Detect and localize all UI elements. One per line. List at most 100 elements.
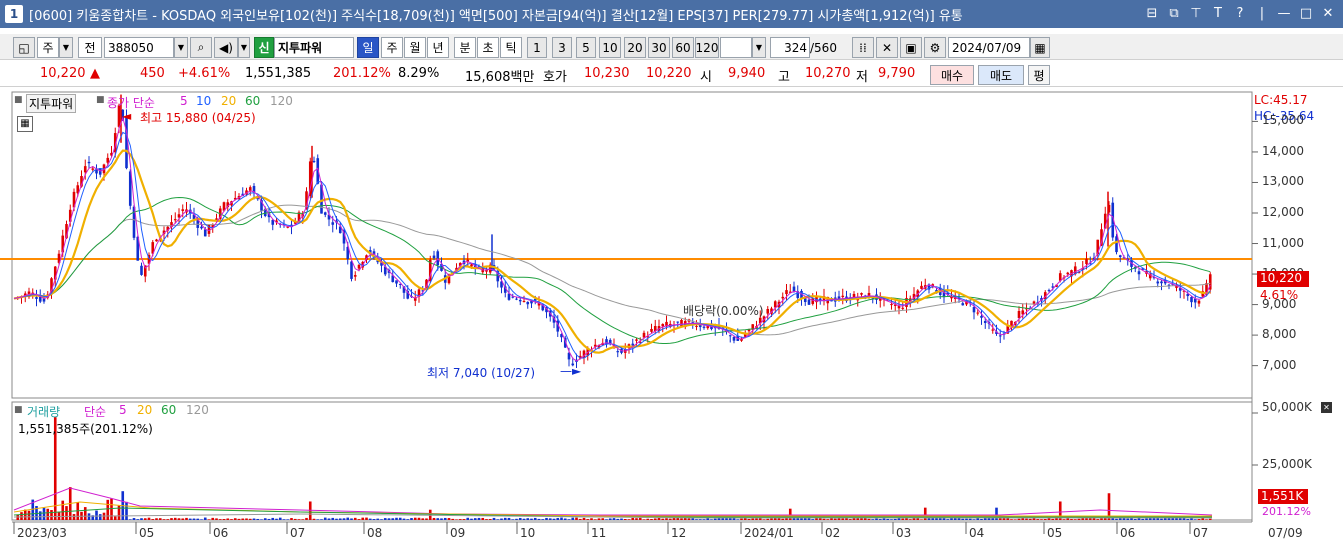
calendar-icon[interactable]: ▦ bbox=[1030, 37, 1050, 58]
tab-minute[interactable]: 분 bbox=[454, 37, 476, 58]
candle-body bbox=[695, 325, 698, 327]
up-arrow-icon: ▲ bbox=[90, 66, 100, 81]
gear-icon[interactable]: ⚙ bbox=[924, 37, 946, 58]
interval-3[interactable]: 3 bbox=[552, 37, 572, 58]
panel-handle-icon-2[interactable]: ■ bbox=[96, 95, 105, 105]
volume-bar bbox=[222, 518, 226, 520]
volume-bar bbox=[462, 519, 466, 520]
volume-bar bbox=[158, 518, 162, 520]
tab-month[interactable]: 월 bbox=[404, 37, 426, 58]
volume-label[interactable]: 거래량 bbox=[27, 403, 60, 420]
volume-bar bbox=[46, 508, 50, 520]
volume-bar bbox=[901, 518, 905, 520]
candle-body bbox=[998, 335, 1002, 337]
drawing-tools-icon[interactable]: ⁞⁞ bbox=[852, 37, 874, 58]
tab-second[interactable]: 초 bbox=[477, 37, 499, 58]
volume-bar bbox=[507, 517, 511, 520]
volume-bar bbox=[800, 518, 803, 520]
restore-copy-icon[interactable]: ⧉ bbox=[1165, 4, 1183, 22]
evaluate-button[interactable]: 평 bbox=[1028, 65, 1050, 85]
grid-table-icon[interactable]: ▦ bbox=[17, 116, 33, 132]
interval-5[interactable]: 5 bbox=[576, 37, 596, 58]
interval-20[interactable]: 20 bbox=[624, 37, 646, 58]
volume-bar bbox=[440, 518, 443, 520]
window-number-badge[interactable]: 1 bbox=[5, 5, 23, 23]
ma20-label[interactable]: 20 bbox=[221, 94, 236, 108]
tab-year[interactable]: 년 bbox=[427, 37, 449, 58]
volume-bar bbox=[728, 518, 732, 520]
pin-icon[interactable]: ⊤ bbox=[1187, 4, 1205, 22]
volume-bar bbox=[582, 517, 586, 520]
volume-ma-label[interactable]: 단순 bbox=[84, 403, 106, 420]
custom-interval-dropdown-icon[interactable]: ▼ bbox=[752, 37, 766, 58]
prev-button[interactable]: 전 bbox=[78, 37, 102, 58]
volume-bar bbox=[170, 518, 173, 520]
sound-dropdown-icon[interactable]: ▼ bbox=[238, 37, 250, 58]
candle-body bbox=[470, 264, 473, 267]
volume-bar bbox=[556, 518, 560, 520]
indicator-add-icon[interactable]: ✕ bbox=[876, 37, 898, 58]
vol-ma5-label[interactable]: 5 bbox=[119, 403, 127, 417]
candle-body bbox=[1156, 281, 1160, 284]
interval-30[interactable]: 30 bbox=[648, 37, 670, 58]
volume-bar bbox=[286, 519, 290, 520]
volume-bar bbox=[545, 517, 548, 520]
candle-body bbox=[991, 329, 995, 331]
save-icon[interactable]: ▣ bbox=[900, 37, 922, 58]
tab-week[interactable]: 주 bbox=[381, 37, 403, 58]
buy-button[interactable]: 매수 bbox=[930, 65, 974, 85]
minimize-icon[interactable]: — bbox=[1275, 4, 1293, 22]
custom-interval-input[interactable] bbox=[720, 37, 752, 58]
tab-tick[interactable]: 틱 bbox=[500, 37, 522, 58]
ma120-label[interactable]: 120 bbox=[270, 94, 293, 108]
volume-bar bbox=[597, 518, 601, 520]
layout-icon[interactable]: ⊟ bbox=[1143, 4, 1161, 22]
help-icon[interactable]: ? bbox=[1231, 4, 1249, 22]
interval-60[interactable]: 60 bbox=[672, 37, 694, 58]
period-dropdown-icon[interactable]: ▼ bbox=[59, 37, 73, 58]
volume-bar bbox=[357, 519, 361, 520]
volume-bar bbox=[488, 519, 492, 520]
panel-close-icon[interactable]: ✕ bbox=[1321, 402, 1332, 413]
vol-ma20-label[interactable]: 20 bbox=[137, 403, 152, 417]
code-dropdown-icon[interactable]: ▼ bbox=[174, 37, 188, 58]
volume-bar bbox=[252, 518, 256, 520]
period-select[interactable]: 주 bbox=[37, 37, 59, 58]
interval-120[interactable]: 120 bbox=[695, 37, 719, 58]
interval-10[interactable]: 10 bbox=[599, 37, 621, 58]
vol-ma120-label[interactable]: 120 bbox=[186, 403, 209, 417]
candle-body bbox=[961, 303, 965, 306]
price-panel-stock-tag[interactable]: 지투파워 bbox=[26, 94, 77, 113]
tab-day[interactable]: 일 bbox=[357, 37, 379, 58]
ma10-label[interactable]: 10 bbox=[196, 94, 211, 108]
volume-bar bbox=[908, 519, 912, 520]
volume-bar bbox=[398, 517, 402, 520]
vol-ma60-label[interactable]: 60 bbox=[161, 403, 176, 417]
ma5-label[interactable]: 5 bbox=[180, 94, 188, 108]
font-size-icon[interactable]: T bbox=[1209, 4, 1227, 22]
ma60-label[interactable]: 60 bbox=[245, 94, 260, 108]
volume-panel-handle-icon[interactable]: ■ bbox=[14, 405, 23, 415]
date-input[interactable]: 2024/07/09 bbox=[948, 37, 1030, 58]
sell-button[interactable]: 매도 bbox=[978, 65, 1024, 85]
candle-body bbox=[781, 296, 785, 299]
volume-bar bbox=[365, 517, 368, 520]
separator-icon: | bbox=[1259, 5, 1265, 21]
volume-bar bbox=[533, 517, 537, 520]
stock-code-input[interactable]: 388050 bbox=[104, 37, 174, 58]
low-annotation: 최저 7,040 (10/27) bbox=[427, 366, 536, 380]
close-icon[interactable]: ✕ bbox=[1319, 4, 1337, 22]
search-icon[interactable]: ⌕ bbox=[190, 37, 212, 58]
maximize-icon[interactable]: □ bbox=[1297, 4, 1315, 22]
settings-window-icon[interactable]: ◱ bbox=[13, 37, 35, 58]
high-price: 10,270 bbox=[805, 66, 851, 81]
candle-body bbox=[181, 209, 185, 211]
chart-area[interactable]: ■ 지투파워 ■ 종가 단순 5 10 20 60 120 ▦ ◄ 최고 15,… bbox=[0, 90, 1343, 546]
interval-1[interactable]: 1 bbox=[527, 37, 547, 58]
count-input[interactable]: 324 bbox=[770, 37, 810, 58]
volume-bar bbox=[136, 519, 140, 520]
panel-handle-icon[interactable]: ■ bbox=[14, 95, 23, 105]
sound-icon[interactable]: ◀) bbox=[214, 37, 238, 58]
candle-body bbox=[732, 336, 736, 341]
candle-body bbox=[432, 255, 436, 259]
